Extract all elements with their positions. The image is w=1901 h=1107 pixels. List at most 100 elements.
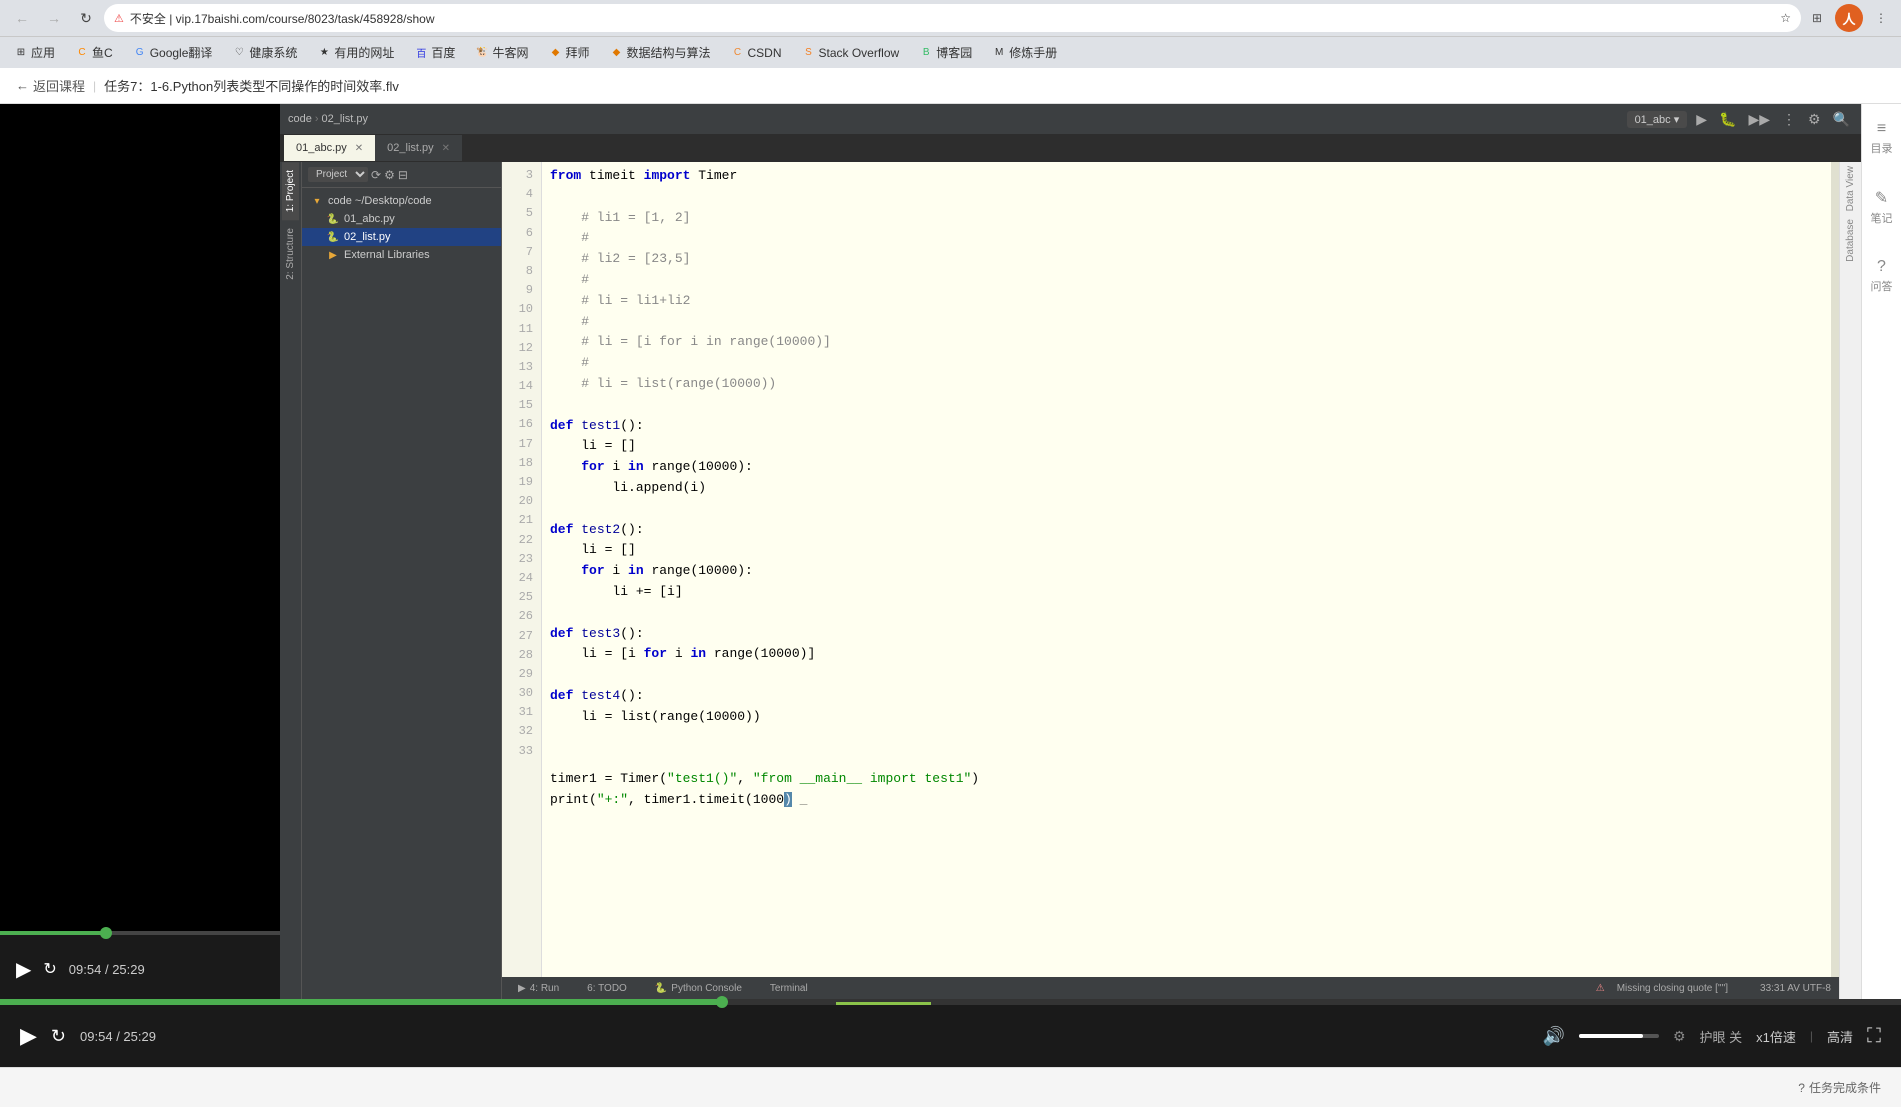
ln-32: 32 bbox=[502, 722, 533, 741]
code-line-33: print("+:", timer1.timeit(1000) _ bbox=[550, 790, 1823, 811]
bookmark-baidu-label: 百度 bbox=[431, 44, 455, 61]
code-line-28: def test4(): bbox=[550, 686, 1823, 707]
current-time: 09:54 bbox=[69, 962, 102, 977]
bookmark-stackoverflow[interactable]: S Stack Overflow bbox=[798, 44, 904, 62]
run-config[interactable]: 01_abc ▾ bbox=[1627, 111, 1688, 128]
sync-icon[interactable]: ⟳ bbox=[371, 168, 381, 182]
video-play-button[interactable]: ▶ bbox=[20, 1023, 37, 1049]
bookmark-dsa[interactable]: ◆ 数据结构与算法 bbox=[605, 42, 714, 63]
video-time: 09:54 / 25:29 bbox=[80, 1029, 156, 1044]
back-link[interactable]: ← 返回课程 bbox=[16, 76, 85, 95]
progress-bar[interactable] bbox=[0, 931, 280, 935]
settings-icon[interactable]: ⚙ bbox=[1805, 109, 1824, 130]
video-progress-fill bbox=[0, 999, 722, 1005]
right-panel-btn-biji[interactable]: ✎ 笔记 bbox=[1867, 180, 1897, 234]
scrollbar-vertical[interactable] bbox=[1831, 162, 1839, 977]
video-replay-button[interactable]: ↻ bbox=[51, 1026, 66, 1047]
nav-separator: | bbox=[93, 79, 96, 93]
bookmark-csdn[interactable]: C CSDN bbox=[726, 44, 785, 62]
fullscreen-btn[interactable]: ⛶ bbox=[1867, 1025, 1881, 1048]
code-line-32: timer1 = Timer("test1()", "from __main__… bbox=[550, 769, 1823, 790]
ide-right-side-panel: Data View Database bbox=[1839, 162, 1861, 999]
data-view-tab[interactable]: Data View bbox=[1841, 162, 1860, 215]
code-content[interactable]: 3 4 5 6 7 8 9 10 11 12 13 14 15 16 bbox=[502, 162, 1839, 977]
quality-btn[interactable]: 高清 bbox=[1827, 1027, 1853, 1046]
bookmark-niuke[interactable]: 🐮 牛客网 bbox=[471, 42, 532, 63]
volume-slider[interactable] bbox=[1579, 1034, 1659, 1038]
status-message: Missing closing quote ['"'] bbox=[1617, 983, 1728, 994]
bottom-tab-python[interactable]: 🐍 Python Console bbox=[647, 981, 750, 996]
nav-icons-right: ⊞ 人 ⋮ bbox=[1805, 4, 1893, 32]
right-panel-btn-wenda[interactable]: ? 问答 bbox=[1867, 250, 1897, 302]
eye-protection-btn[interactable]: 护眼 关 bbox=[1700, 1027, 1743, 1046]
video-progress-thumb bbox=[716, 996, 728, 1008]
task-complete-link[interactable]: ? 任务完成条件 bbox=[1798, 1079, 1881, 1096]
reload-button[interactable]: ↻ bbox=[72, 4, 100, 32]
side-tab-project[interactable]: 1: Project bbox=[282, 162, 299, 220]
gear-icon[interactable]: ⚙ bbox=[384, 168, 395, 182]
back-arrow-icon: ← bbox=[16, 78, 29, 93]
extensions-icon[interactable]: ⊞ bbox=[1805, 6, 1829, 30]
py-icon-01: 🐍 bbox=[326, 212, 340, 226]
tab-01-abc[interactable]: 01_abc.py ✕ bbox=[284, 135, 375, 161]
bottom-tab-terminal[interactable]: Terminal bbox=[762, 981, 816, 996]
task-complete-label: 任务完成条件 bbox=[1809, 1079, 1881, 1096]
ide-status-bar: ▶ 4: Run 6: TODO 🐍 Python Console Termin… bbox=[502, 977, 1839, 999]
code-line-4 bbox=[550, 187, 1823, 208]
tab-01-abc-close[interactable]: ✕ bbox=[355, 143, 363, 154]
replay-button[interactable]: ↻ bbox=[43, 959, 56, 979]
tree-item-root[interactable]: ▾ code ~/Desktop/code bbox=[302, 192, 501, 210]
debug-icon[interactable]: 🐛 bbox=[1716, 109, 1739, 130]
bottom-tab-run[interactable]: ▶ 4: Run bbox=[510, 981, 567, 996]
right-panel-btn-mulu[interactable]: ≡ 目录 bbox=[1867, 112, 1897, 164]
total-time: 25:29 bbox=[112, 962, 145, 977]
code-line-12: # bbox=[550, 353, 1823, 374]
address-bar[interactable]: ⚠ 不安全 | vip.17baishi.com/course/8023/tas… bbox=[104, 4, 1801, 32]
bookmark-baishi[interactable]: ◆ 拜师 bbox=[544, 42, 593, 63]
tab-02-list-label: 02_list.py bbox=[387, 142, 433, 154]
play-button[interactable]: ▶ bbox=[16, 957, 31, 982]
ln-33: 33 bbox=[502, 742, 533, 761]
tree-item-02list[interactable]: 🐍 02_list.py bbox=[302, 228, 501, 246]
ide-tabs: 01_abc.py ✕ 02_list.py ✕ bbox=[280, 134, 1861, 162]
tree-item-01abc[interactable]: 🐍 01_abc.py bbox=[302, 210, 501, 228]
project-select[interactable]: Project bbox=[308, 167, 368, 182]
code-lines[interactable]: from timeit import Timer # li1 = [1, 2] … bbox=[542, 162, 1831, 977]
menu-icon[interactable]: ⋮ bbox=[1869, 6, 1893, 30]
code-line-16: li = [] bbox=[550, 436, 1823, 457]
tab-02-list[interactable]: 02_list.py ✕ bbox=[375, 135, 462, 161]
side-tab-structure[interactable]: 2: Structure bbox=[282, 220, 299, 288]
bookmark-manual[interactable]: M 修炼手册 bbox=[988, 42, 1061, 63]
wenda-icon: ? bbox=[1877, 258, 1886, 276]
run-with-coverage-icon[interactable]: ▶▶ bbox=[1745, 109, 1773, 130]
bookmark-dsa-label: 数据结构与算法 bbox=[626, 44, 710, 61]
bookmark-apps[interactable]: ⊞ 应用 bbox=[10, 42, 59, 63]
video-progress-bar[interactable] bbox=[0, 999, 1901, 1005]
bookmark-baidu[interactable]: 百 百度 bbox=[410, 42, 459, 63]
bookmark-fishc[interactable]: C 鱼C bbox=[71, 42, 117, 63]
more-icon[interactable]: ⋮ bbox=[1779, 109, 1799, 130]
tree-item-ext-libs[interactable]: ▶ External Libraries bbox=[302, 246, 501, 264]
forward-button[interactable]: → bbox=[40, 4, 68, 32]
main-layout: ▶ ↻ 09:54 / 25:29 code › 02_list.py 01_a… bbox=[0, 104, 1901, 999]
back-button[interactable]: ← bbox=[8, 4, 36, 32]
code-line-17: for i in range(10000): bbox=[550, 457, 1823, 478]
settings-video-icon[interactable]: ⚙ bbox=[1673, 1028, 1686, 1045]
back-nav: ← 返回课程 | 任务7：1-6.Python列表类型不同操作的时间效率.flv bbox=[0, 68, 1901, 104]
database-tab[interactable]: Database bbox=[1841, 215, 1860, 266]
profile-icon[interactable]: 人 bbox=[1835, 4, 1863, 32]
video-controls: ▶ ↻ 09:54 / 25:29 bbox=[0, 931, 280, 999]
bookmark-useful[interactable]: ★ 有用的网址 bbox=[313, 42, 398, 63]
project-panel: Project ⟳ ⚙ ⊟ ▾ code ~/Desktop/code 🐍 01… bbox=[302, 162, 502, 999]
tab-02-list-close[interactable]: ✕ bbox=[442, 143, 450, 154]
speed-btn[interactable]: x1倍速 bbox=[1756, 1027, 1796, 1046]
collapse-icon[interactable]: ⊟ bbox=[398, 168, 408, 182]
bookmark-cnblogs[interactable]: B 博客园 bbox=[915, 42, 976, 63]
bottom-tab-todo[interactable]: 6: TODO bbox=[579, 981, 635, 996]
search-icon[interactable]: 🔍 bbox=[1830, 109, 1853, 130]
run-icon[interactable]: ▶ bbox=[1693, 109, 1710, 130]
bookmark-health[interactable]: ♡ 健康系统 bbox=[228, 42, 301, 63]
bookmark-google[interactable]: G Google翻译 bbox=[129, 42, 217, 63]
ide-header: code › 02_list.py 01_abc ▾ ▶ 🐛 ▶▶ ⋮ ⚙ 🔍 bbox=[280, 104, 1861, 134]
url-text: 不安全 | vip.17baishi.com/course/8023/task/… bbox=[130, 10, 1774, 27]
